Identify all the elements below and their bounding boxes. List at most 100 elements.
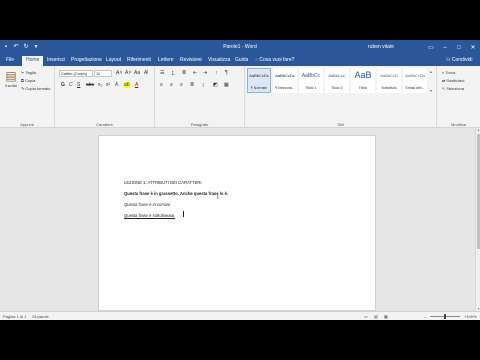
- tab-design[interactable]: Progettazione: [71, 57, 102, 63]
- highlight-icon[interactable]: ab: [124, 82, 130, 88]
- doc-heading[interactable]: LEZIONE 1: ATTRIBUTI DEI CARATTERI: [124, 180, 202, 185]
- tab-view[interactable]: Visualizza: [208, 57, 230, 63]
- document-page[interactable]: LEZIONE 1: ATTRIBUTI DEI CARATTERI Quest…: [98, 135, 376, 311]
- align-left-icon[interactable]: ≡: [160, 82, 163, 88]
- shading-icon[interactable]: ◩: [213, 82, 218, 88]
- format-painter-button[interactable]: ✎ Copia formato: [21, 86, 50, 91]
- format-painter-label: Copia formato: [25, 86, 51, 91]
- style-heading-1[interactable]: AaBbCc Titolo 1: [299, 68, 323, 93]
- copy-label: Copia: [24, 78, 36, 83]
- style-sample: AaBbCcC: [328, 73, 346, 78]
- align-right-icon[interactable]: ≡: [180, 82, 183, 88]
- print-layout-icon[interactable]: ▤: [374, 314, 378, 319]
- font-group-label: Carattere: [96, 122, 113, 127]
- tab-file[interactable]: File: [6, 57, 14, 63]
- styles-gallery-scroll[interactable]: ▴ ▾: [430, 69, 434, 93]
- find-button[interactable]: ⌕ Trova: [442, 70, 455, 75]
- replace-label: Sostituisci: [446, 78, 465, 83]
- subscript-icon[interactable]: x₂: [98, 82, 102, 88]
- tab-help[interactable]: Guida: [235, 57, 248, 63]
- zoom-out-icon[interactable]: –: [424, 314, 426, 319]
- close-icon[interactable]: ✕: [466, 40, 480, 55]
- zoom-slider-knob[interactable]: [444, 314, 446, 319]
- tab-home[interactable]: Home: [22, 56, 44, 66]
- cut-button[interactable]: ✂ Taglia: [21, 70, 36, 75]
- style-no-spacing[interactable]: AaBbCcDc ¶ Nessuna...: [273, 68, 297, 93]
- select-button[interactable]: ↖ Seleziona: [442, 86, 464, 91]
- italic-icon[interactable]: C: [69, 82, 73, 88]
- style-sample: AaBbCcDc: [249, 73, 269, 78]
- increase-indent-icon[interactable]: ⇥: [203, 70, 207, 76]
- style-title[interactable]: AaB Titolo: [351, 68, 375, 93]
- doc-bold-line[interactable]: Questa frase è in grassetto. Anche quest…: [124, 191, 228, 196]
- styles-group-label: Stili: [337, 122, 344, 127]
- chevron-up-icon[interactable]: ▴: [430, 69, 434, 74]
- borders-icon[interactable]: ▦: [224, 82, 229, 88]
- user-name[interactable]: ruben vitale: [368, 44, 394, 50]
- ribbon-display-options-icon[interactable]: ▭: [424, 40, 438, 55]
- style-subtitle[interactable]: AaBbCcD Sottotitolo: [377, 68, 401, 93]
- letterbox-bottom: [0, 320, 480, 360]
- text-effects-icon[interactable]: A: [115, 82, 118, 88]
- scissors-icon: ✂: [21, 70, 25, 75]
- ibeam-cursor-icon: I: [217, 195, 219, 201]
- tell-me-box[interactable]: ◌ Cosa vuoi fare?: [255, 57, 294, 63]
- font-size-combo[interactable]: 11: [94, 70, 112, 77]
- cursor-icon: ↖: [442, 86, 446, 91]
- decrease-indent-icon[interactable]: ⇤: [193, 70, 197, 76]
- line-spacing-icon[interactable]: ↨: [202, 82, 205, 88]
- doc-underline-line[interactable]: Questa frase è sottolineata.: [124, 213, 175, 218]
- shrink-font-icon[interactable]: A˅: [125, 70, 131, 76]
- tab-references[interactable]: Riferimenti: [127, 57, 151, 63]
- style-name: Titolo: [358, 86, 368, 90]
- multilevel-list-icon[interactable]: ≣: [182, 70, 186, 76]
- copy-button[interactable]: ⧉ Copia: [21, 78, 35, 83]
- maximize-icon[interactable]: □: [452, 40, 466, 55]
- window-title: Parole1 - Word: [223, 44, 257, 50]
- align-center-icon[interactable]: ≡: [170, 82, 173, 88]
- cut-label: Taglia: [25, 70, 36, 75]
- bullets-icon[interactable]: ☰: [160, 70, 164, 76]
- style-heading-2[interactable]: AaBbCcC Titolo 2: [325, 68, 349, 93]
- strikethrough-icon[interactable]: abc: [86, 82, 94, 88]
- underline-icon[interactable]: S: [77, 82, 80, 88]
- tab-insert[interactable]: Inserisci: [47, 57, 65, 63]
- vertical-scrollbar[interactable]: ▲ ▼: [475, 128, 480, 311]
- share-button[interactable]: ⚇ Condividi: [446, 57, 472, 63]
- justify-icon[interactable]: ≣: [190, 82, 194, 88]
- grow-font-icon[interactable]: A˄: [116, 70, 122, 76]
- superscript-icon[interactable]: x²: [106, 82, 110, 88]
- tab-layout[interactable]: Layout: [106, 57, 121, 63]
- page-count[interactable]: Pagina 1 di 1: [3, 314, 26, 319]
- ribbon-tabs: File Home Inserisci Progettazione Layout…: [0, 55, 480, 66]
- styles-group: AaBbCcDc ¶ Normale AaBbCcDc ¶ Nessuna...…: [245, 66, 437, 128]
- scroll-up-icon[interactable]: ▲: [476, 128, 480, 132]
- word-count[interactable]: 24 parole: [32, 314, 49, 319]
- doc-italic-line[interactable]: Questa frase è in corsivo: [124, 202, 170, 207]
- clipboard-icon: ▤: [5, 69, 17, 83]
- chevron-down-icon[interactable]: ▾: [430, 88, 434, 93]
- title-bar: ▪ ↶ ↻ ▾ Parole1 - Word ruben vitale ▭ – …: [0, 40, 480, 55]
- video-frame: ▪ ↶ ↻ ▾ Parole1 - Word ruben vitale ▭ – …: [0, 0, 480, 360]
- style-name: Titolo 1: [305, 86, 317, 90]
- font-color-icon[interactable]: A: [135, 82, 138, 88]
- replace-button[interactable]: ⇄ Sostituisci: [442, 78, 464, 83]
- paste-button[interactable]: ▤ Incolla: [3, 69, 19, 88]
- bold-icon[interactable]: G: [61, 82, 65, 88]
- read-mode-icon[interactable]: ▭: [364, 314, 368, 319]
- zoom-level[interactable]: +100%: [464, 314, 477, 319]
- minimize-icon[interactable]: –: [438, 40, 452, 55]
- style-normal[interactable]: AaBbCcDc ¶ Normale: [247, 68, 271, 93]
- clear-formatting-icon[interactable]: A̸: [144, 70, 147, 76]
- sort-icon[interactable]: ↕: [215, 70, 218, 76]
- show-formatting-icon[interactable]: ¶: [225, 70, 228, 76]
- numbering-icon[interactable]: ⒈: [171, 70, 176, 77]
- clipboard-group-label: Appunti: [20, 122, 34, 127]
- letterbox-top: [0, 0, 480, 40]
- tab-review[interactable]: Revisione: [180, 57, 202, 63]
- web-layout-icon[interactable]: ▦: [384, 314, 388, 319]
- change-case-icon[interactable]: Aa: [134, 70, 140, 76]
- tab-mailings[interactable]: Lettere: [158, 57, 174, 63]
- style-subtle-emphasis[interactable]: AaBbCcDa Enfasi deli...: [403, 68, 427, 93]
- font-name-combo[interactable]: Calibri (Corpo): [59, 70, 93, 77]
